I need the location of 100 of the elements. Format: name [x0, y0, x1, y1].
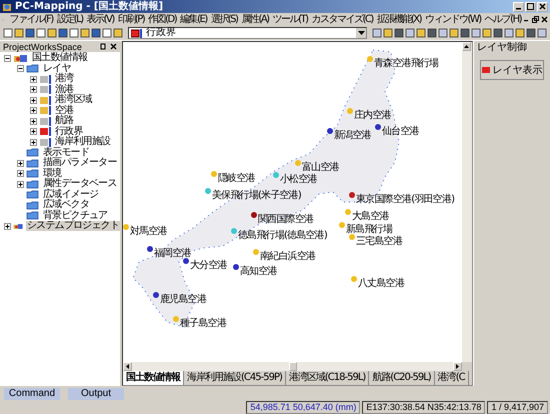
layer-icon	[482, 67, 490, 73]
menu-item[interactable]: 編集(E)	[178, 13, 209, 26]
expander-icon[interactable]	[17, 170, 24, 178]
expander-icon[interactable]	[30, 96, 37, 104]
menu-item[interactable]: 拡張機能(X)	[374, 13, 423, 26]
menu-item[interactable]: 設定(L)	[54, 13, 85, 26]
minimize-button[interactable]	[513, 2, 524, 12]
layer-select[interactable]: 行政界	[128, 27, 367, 39]
menu-item[interactable]: ヘルプ(H)	[482, 13, 523, 26]
expander-icon[interactable]	[17, 160, 24, 167]
tree-item[interactable]: 航路	[54, 116, 74, 126]
tree-item[interactable]: 海岸利用施設	[54, 137, 112, 148]
menu-item[interactable]: 作図(D)	[146, 13, 178, 26]
menu-item[interactable]: ファイル(F)	[8, 13, 55, 26]
expander-icon[interactable]	[30, 138, 37, 146]
airport-label: 新潟空港	[334, 130, 371, 141]
panel-tab[interactable]: Output	[68, 388, 124, 400]
airport-label: 福岡空港	[154, 248, 191, 259]
tree-item[interactable]: 空港	[54, 106, 74, 116]
scroll-thumb[interactable]	[288, 362, 296, 371]
menu-item[interactable]: カスタマイズ(C)	[310, 13, 375, 26]
menu-item[interactable]: 選択(S)	[208, 13, 240, 26]
menu-item[interactable]: ツール(T)	[270, 13, 310, 26]
maximize-icon	[527, 3, 534, 10]
tree-item[interactable]: 国土数値情報	[31, 53, 88, 64]
airport-label: 八丈島空港	[358, 278, 404, 289]
document-tab[interactable]: 港湾(C	[434, 371, 469, 385]
tree-item[interactable]: 港湾	[54, 74, 74, 84]
menu-item[interactable]: 印刷(P)	[116, 13, 146, 26]
airport-label: 隠岐空港	[218, 173, 255, 184]
layer-icon	[131, 28, 143, 38]
app-icon	[2, 2, 12, 12]
status-coordinates: E137:30:38.54 N35:42:13.78	[362, 401, 486, 414]
horizontal-scrollbar[interactable]	[123, 362, 462, 371]
tree-item[interactable]: 港湾区域	[54, 95, 93, 106]
airport-label: 富山空港	[302, 162, 339, 173]
airport-label: 新島飛行場	[346, 224, 392, 235]
tree-item[interactable]: 広域ベクタ	[42, 200, 90, 210]
document-tab[interactable]: 海岸利用施設(C45-59P)	[184, 371, 286, 385]
close-icon[interactable]	[110, 43, 117, 50]
tree-item[interactable]: 環境	[42, 168, 62, 179]
document-tab[interactable]: 港湾区域(C18-59L)	[286, 371, 370, 385]
project-icon	[13, 54, 29, 63]
airport-label: 高知空港	[240, 266, 277, 277]
airport-label: 美保飛行場(米子空港)	[212, 190, 302, 201]
airport-label: 三宅島空港	[356, 236, 402, 247]
document-tab[interactable]: 国土数値情報	[123, 371, 184, 385]
map-canvas[interactable]: 青森空港飛行場 庄内空港 新潟空港 仙台空港 富山空港 隠岐空港 小松空港 美保飛行場(米子空港) 東京国際空港(羽田空港) 関西国際空港 大島空港 対馬空港 徳島飛行場(徳島空港) 新島飛行場 三宅島空港 福岡空港 南紀白浜空港 大分空港 高知空港 八丈島空港 鹿児島空港 種子島空港	[123, 42, 462, 362]
vertical-scrollbar[interactable]	[462, 42, 472, 362]
expander-icon[interactable]	[4, 54, 11, 62]
restore-icon[interactable]	[532, 16, 539, 23]
airport-label: 鹿児島空港	[160, 294, 206, 305]
panel-tab[interactable]: Command	[4, 388, 60, 400]
window-title: PC-Mapping - [国土数値情報]	[15, 0, 164, 13]
menu-item[interactable]: ウィンドウ(W)	[422, 13, 483, 26]
tree-item[interactable]: 漁港	[54, 84, 74, 95]
layer-display-button[interactable]: レイヤ表示	[480, 60, 544, 80]
airport-label: 大分空港	[190, 260, 227, 271]
airport-label: 南紀白浜空港	[260, 251, 316, 262]
menu-item[interactable]: 属性(A)	[239, 13, 271, 26]
tree-item[interactable]: システムプロジェクト	[26, 221, 120, 232]
expander-icon[interactable]	[30, 76, 37, 83]
expander-icon[interactable]	[30, 128, 37, 136]
close-button[interactable]	[537, 2, 548, 12]
tree-item[interactable]: 広域イメージ	[42, 190, 100, 200]
maximize-button[interactable]	[525, 2, 536, 12]
expander-icon[interactable]	[30, 118, 37, 125]
tree-item[interactable]: 描画パラメーター	[42, 158, 118, 168]
airport-label: 大島空港	[352, 211, 389, 222]
pin-icon[interactable]	[100, 43, 107, 50]
expander-icon[interactable]	[4, 222, 11, 230]
expander-icon[interactable]	[30, 86, 37, 94]
airport-label: 徳島飛行場(徳島空港)	[238, 230, 328, 241]
menu-item[interactable]: 表示(V)	[84, 13, 116, 26]
close-icon[interactable]	[541, 16, 548, 23]
status-position: 54,985.71 50,647.40 (mm)	[246, 401, 360, 414]
document-tab[interactable]: 航路(C20-59L)	[369, 371, 435, 385]
left-arrow-icon[interactable]	[126, 364, 129, 369]
airport-label: 東京国際空港(羽田空港)	[356, 194, 454, 205]
panel-title: レイヤ制御	[477, 40, 527, 54]
tree-item[interactable]: 背景ピクチュア	[42, 210, 108, 221]
airport-label: 庄内空港	[354, 110, 391, 121]
tree-item[interactable]: レイヤ	[42, 64, 72, 74]
dropdown-icon	[358, 31, 364, 35]
airport-label: 青森空港飛行場	[374, 58, 438, 69]
airport-label: 種子島空港	[180, 318, 226, 329]
right-arrow-icon[interactable]	[456, 364, 459, 369]
expander-icon[interactable]	[30, 107, 37, 114]
project-icon	[13, 222, 24, 231]
expander-icon[interactable]	[17, 65, 24, 72]
tree-item[interactable]: 表示モード	[42, 148, 90, 158]
airport-label: 関西国際空港	[258, 214, 314, 225]
up-arrow-icon[interactable]	[464, 45, 469, 48]
close-icon	[539, 3, 546, 10]
tree-item[interactable]: 行政界	[54, 126, 84, 137]
panel-title: ProjectWorksSpace	[3, 42, 82, 52]
airport-label: 仙台空港	[382, 126, 419, 137]
tree-item[interactable]: 属性データベース	[42, 179, 118, 190]
expander-icon[interactable]	[17, 180, 24, 188]
airport-label: 対馬空港	[130, 226, 167, 237]
